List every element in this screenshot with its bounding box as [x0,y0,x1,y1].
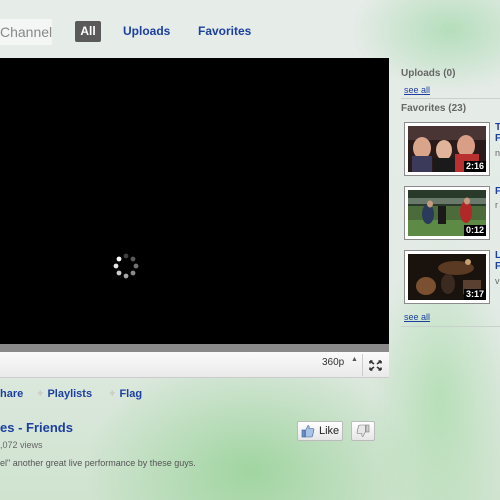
divider [401,98,500,99]
video-duration: 2:16 [463,161,486,172]
flag-link[interactable]: + Flag [109,386,142,402]
thumbs-down-icon [356,424,370,437]
flag-label: Flag [119,388,143,400]
tab-uploads[interactable]: Uploads [123,21,170,42]
dislike-button[interactable] [351,421,375,441]
favorite-title[interactable]: L F [495,250,500,272]
video-duration: 0:12 [463,225,486,236]
player-controls: 360p ▲ [0,352,389,378]
favorite-meta: v [495,276,500,286]
tab-favorites[interactable]: Favorites [198,21,251,42]
favorite-item[interactable]: 0:12 F r [404,186,500,240]
favorite-title[interactable]: F [495,186,500,197]
video-thumbnail[interactable]: 3:17 [404,250,490,304]
uploads-header: Uploads (0) [401,68,456,79]
plus-icon: + [109,388,116,400]
view-count: ,072 views [0,440,43,450]
video-title[interactable]: es - Friends [0,420,73,435]
thumbs-up-icon [301,425,315,438]
like-label: Like [319,425,340,437]
progress-bar[interactable] [0,344,389,352]
channel-nav: Channel All Uploads Favorites [0,0,500,58]
quality-selector[interactable]: 360p [322,357,344,368]
favorite-item[interactable]: 3:17 L F v [404,250,500,304]
video-duration: 3:17 [463,289,486,300]
video-player[interactable]: 360p ▲ [0,58,389,378]
favorite-meta: r [495,200,498,210]
loading-spinner-icon [113,253,139,279]
video-description: el" another great live performance by th… [0,458,196,468]
channel-tab-label: Channel [0,24,53,40]
playlists-label: Playlists [47,388,93,400]
favorites-see-all-link[interactable]: see all [404,312,430,322]
favorite-title[interactable]: T F [495,122,500,144]
share-link[interactable]: hare [0,386,23,402]
plus-icon: + [37,388,44,400]
favorite-meta: n [495,148,500,158]
divider [401,326,500,327]
uploads-see-all-link[interactable]: see all [404,85,430,95]
favorite-item[interactable]: 2:16 T F n [404,122,500,176]
video-screen[interactable] [0,58,389,344]
video-thumbnail[interactable]: 2:16 [404,122,490,176]
channel-sidebar: Uploads (0) see all Favorites (23) 2:16 … [398,62,500,332]
like-button[interactable]: Like [297,421,343,441]
quality-arrow-icon[interactable]: ▲ [351,356,358,363]
tab-all-label: All [80,24,96,38]
favorites-header: Favorites (23) [401,103,467,114]
playlists-link[interactable]: + Playlists [37,386,92,402]
tab-all[interactable]: All [75,21,101,42]
video-thumbnail[interactable]: 0:12 [404,186,490,240]
channel-tab[interactable]: Channel [0,19,52,45]
fullscreen-icon [369,360,382,371]
fullscreen-button[interactable] [362,354,387,376]
